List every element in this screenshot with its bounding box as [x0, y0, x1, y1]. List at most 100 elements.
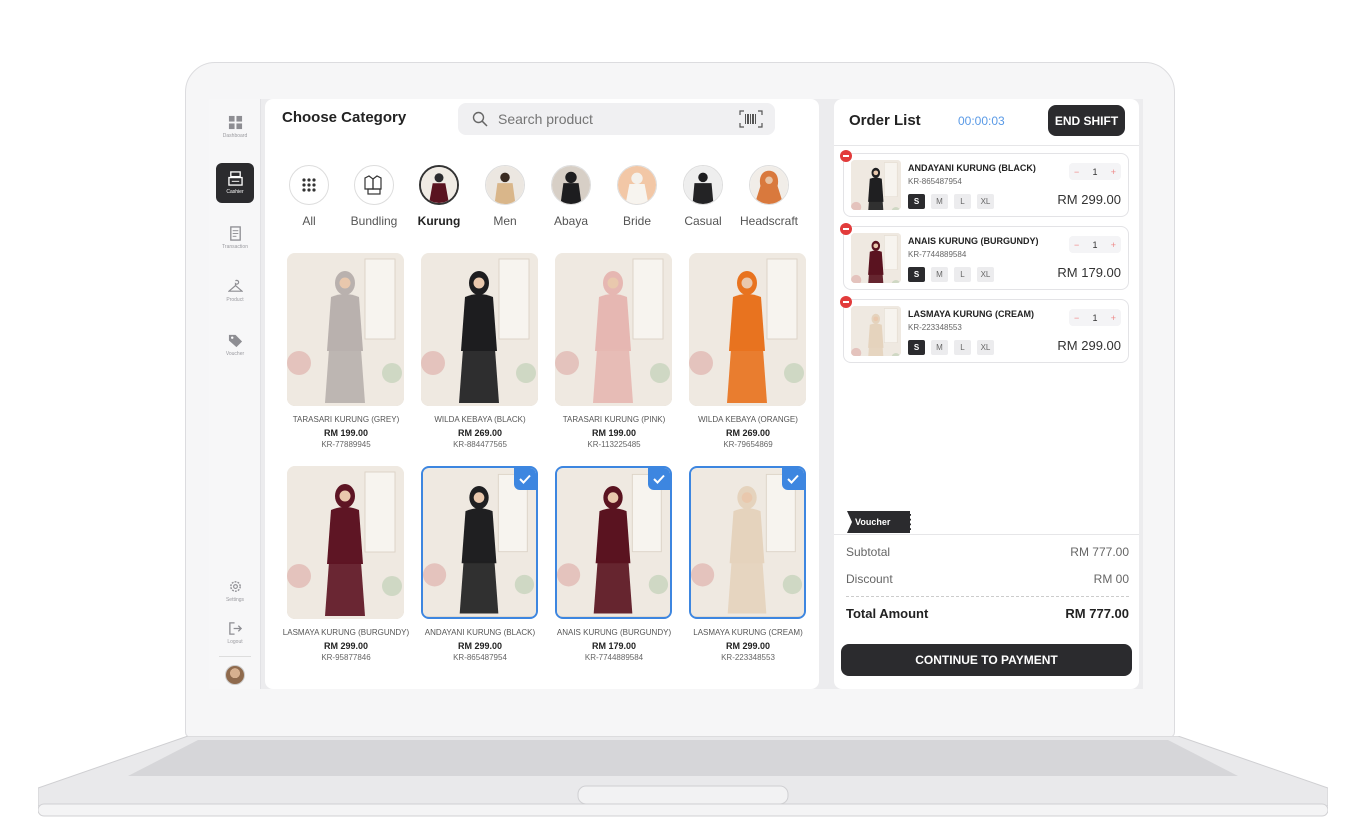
product-name: ANAIS KURUNG (BURGUNDY) — [556, 628, 672, 637]
order-item-sku: KR-7744889584 — [908, 250, 967, 259]
size-option[interactable]: S — [908, 340, 925, 355]
size-option[interactable]: L — [954, 267, 971, 282]
total-value: RM 777.00 — [1065, 606, 1129, 621]
casual-thumbnail — [683, 165, 723, 205]
sidebar-item-label: Cashier — [226, 189, 244, 195]
discount-value: RM 00 — [1093, 572, 1129, 586]
avatar[interactable] — [225, 665, 245, 685]
voucher-button[interactable]: Voucher — [847, 511, 911, 533]
product-name: ANDAYANI KURUNG (BLACK) — [424, 628, 536, 637]
bundle-icon — [354, 165, 394, 205]
decrement-button[interactable]: − — [1074, 240, 1079, 250]
product-price: RM 299.00 — [457, 641, 503, 651]
search-input[interactable] — [498, 111, 718, 127]
sidebar-item-dashboard[interactable]: Dashboard — [216, 107, 254, 147]
product-price: RM 179.00 — [591, 641, 637, 651]
sidebar: Dashboard Cashier Transaction Product Vo… — [209, 99, 261, 689]
size-option[interactable]: L — [954, 340, 971, 355]
size-selector: S M L XL — [908, 267, 994, 282]
subtotal-row: Subtotal RM 777.00 — [846, 545, 1129, 559]
end-shift-button[interactable]: END SHIFT — [1048, 105, 1125, 136]
subtotal-label: Subtotal — [846, 545, 891, 559]
category-kurung[interactable]: Kurung — [409, 165, 469, 228]
divider — [834, 534, 1139, 535]
product-sku: KR-223348553 — [721, 653, 775, 662]
product-price: RM 299.00 — [725, 641, 771, 651]
size-option[interactable]: M — [931, 340, 948, 355]
category-casual[interactable]: Casual — [673, 165, 733, 228]
order-item-name: ANDAYANI KURUNG (BLACK) — [908, 163, 1036, 173]
order-panel: Order List 00:00:03 END SHIFT ANDAYANI K… — [834, 99, 1139, 689]
product-card[interactable]: ANAIS KURUNG (BURGUNDY) RM 179.00 KR-774… — [547, 466, 677, 680]
page-title: Choose Category — [282, 109, 407, 126]
product-panel: Choose Category All Bundling — [265, 99, 819, 689]
product-price: RM 299.00 — [323, 641, 369, 651]
order-item-sku: KR-865487954 — [908, 177, 962, 186]
product-name: WILDA KEBAYA (ORANGE) — [698, 415, 798, 424]
sidebar-item-settings[interactable]: Settings — [216, 571, 254, 611]
order-item: LASMAYA KURUNG (CREAM) KR-223348553 S M … — [840, 296, 1129, 363]
discount-row: Discount RM 00 — [846, 572, 1129, 586]
category-headscraft[interactable]: Headscraft — [739, 165, 799, 228]
decrement-button[interactable]: − — [1074, 313, 1079, 323]
divider — [846, 596, 1129, 597]
product-card[interactable]: WILDA KEBAYA (BLACK) RM 269.00 KR-884477… — [413, 253, 543, 467]
category-abaya[interactable]: Abaya — [541, 165, 601, 228]
size-option[interactable]: XL — [977, 340, 994, 355]
sidebar-item-logout[interactable]: Logout — [216, 613, 254, 653]
increment-button[interactable]: + — [1111, 167, 1116, 177]
sidebar-item-transaction[interactable]: Transaction — [216, 218, 254, 258]
product-image — [421, 253, 538, 406]
size-option[interactable]: M — [931, 194, 948, 209]
subtotal-value: RM 777.00 — [1070, 545, 1129, 559]
search-bar[interactable] — [458, 103, 775, 135]
gear-icon — [229, 581, 241, 592]
grid-icon — [228, 115, 242, 130]
selected-check-icon — [514, 468, 536, 490]
order-item-price: RM 179.00 — [1057, 265, 1121, 280]
product-image — [287, 253, 404, 406]
size-option[interactable]: M — [931, 267, 948, 282]
product-sku: KR-865487954 — [453, 653, 507, 662]
product-name: TARASARI KURUNG (GREY) — [292, 415, 400, 424]
product-image — [287, 466, 404, 619]
decrement-button[interactable]: − — [1074, 167, 1079, 177]
tag-icon — [228, 334, 242, 348]
size-selector: S M L XL — [908, 340, 994, 355]
product-image — [689, 466, 806, 619]
size-option[interactable]: L — [954, 194, 971, 209]
category-all[interactable]: All — [279, 165, 339, 228]
hanger-icon — [227, 279, 243, 292]
sidebar-item-voucher[interactable]: Voucher — [216, 325, 254, 365]
size-option[interactable]: S — [908, 267, 925, 282]
product-card[interactable]: WILDA KEBAYA (ORANGE) RM 269.00 KR-79654… — [681, 253, 811, 467]
sidebar-item-cashier[interactable]: Cashier — [216, 163, 254, 203]
sidebar-item-product[interactable]: Product — [216, 271, 254, 311]
size-option[interactable]: S — [908, 194, 925, 209]
category-bride[interactable]: Bride — [607, 165, 667, 228]
increment-button[interactable]: + — [1111, 313, 1116, 323]
category-bundling[interactable]: Bundling — [344, 165, 404, 228]
size-option[interactable]: XL — [977, 267, 994, 282]
laptop-base — [38, 736, 1328, 818]
logout-icon — [228, 622, 242, 635]
size-option[interactable]: XL — [977, 194, 994, 209]
bride-thumbnail — [617, 165, 657, 205]
product-card[interactable]: ANDAYANI KURUNG (BLACK) RM 299.00 KR-865… — [413, 466, 543, 680]
product-card[interactable]: TARASARI KURUNG (GREY) RM 199.00 KR-7788… — [279, 253, 409, 467]
quantity-value: 1 — [1092, 166, 1098, 177]
product-name: LASMAYA KURUNG (CREAM) — [693, 628, 803, 637]
total-label: Total Amount — [846, 606, 929, 621]
product-card[interactable]: LASMAYA KURUNG (BURGUNDY) RM 299.00 KR-9… — [279, 466, 409, 680]
discount-label: Discount — [846, 572, 893, 586]
category-men[interactable]: Men — [475, 165, 535, 228]
product-card[interactable]: LASMAYA KURUNG (CREAM) RM 299.00 KR-2233… — [681, 466, 811, 680]
sidebar-item-label: Transaction — [222, 244, 248, 250]
barcode-scan-icon[interactable] — [739, 110, 763, 128]
sidebar-item-label: Settings — [225, 597, 245, 603]
continue-to-payment-button[interactable]: CONTINUE TO PAYMENT — [841, 644, 1132, 676]
quantity-value: 1 — [1092, 312, 1098, 323]
register-icon — [227, 171, 243, 186]
product-card[interactable]: TARASARI KURUNG (PINK) RM 199.00 KR-1132… — [547, 253, 677, 467]
increment-button[interactable]: + — [1111, 240, 1116, 250]
